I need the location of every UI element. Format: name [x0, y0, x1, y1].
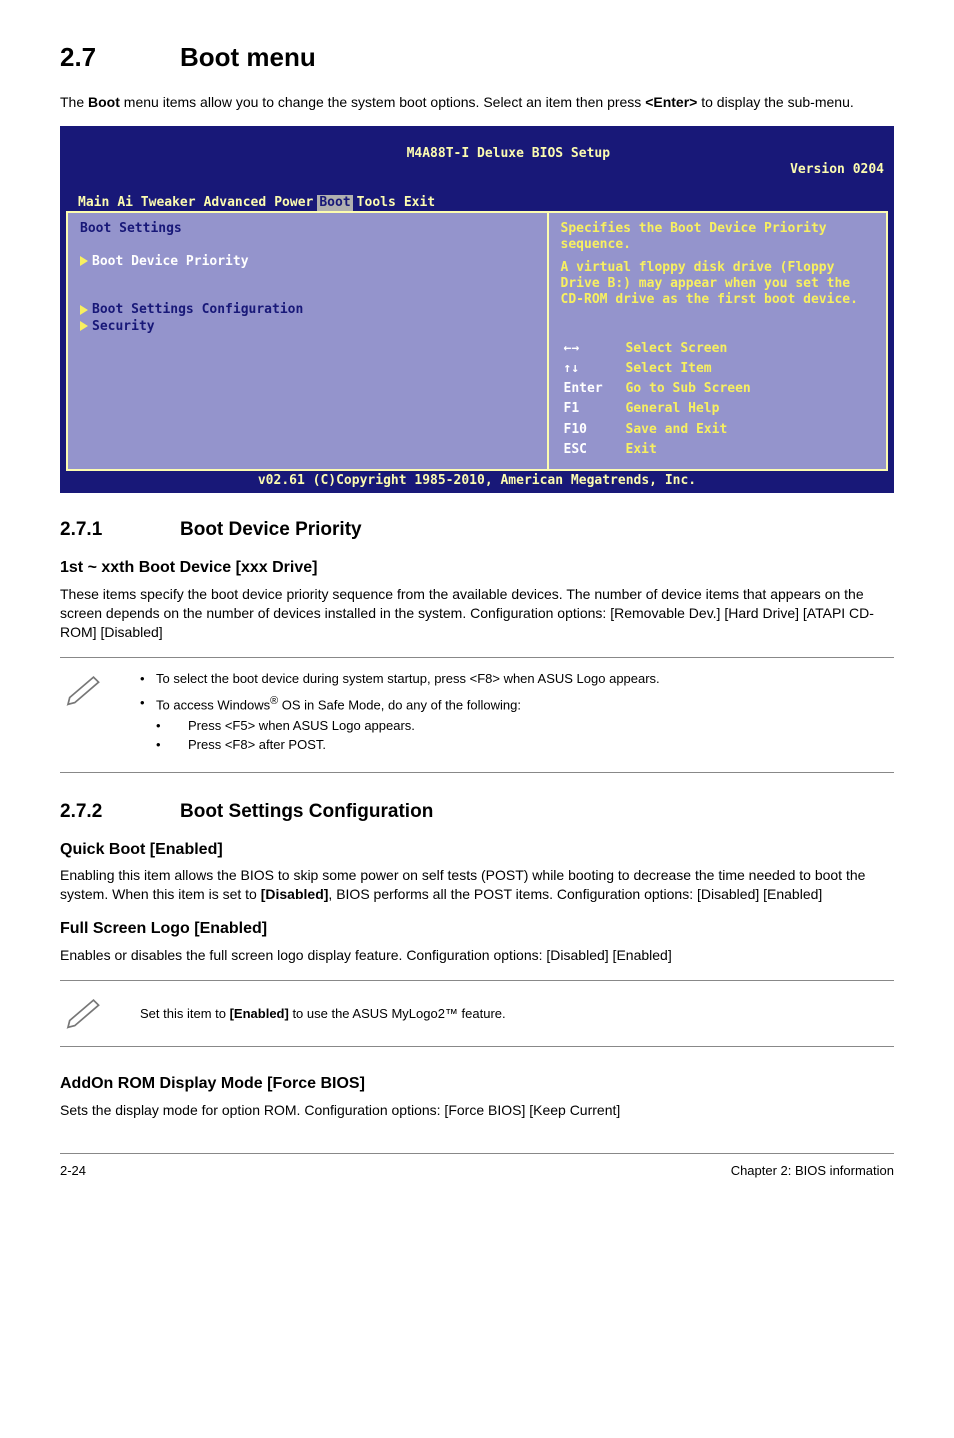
arrows-ud-icon: ↑↓ [563, 360, 623, 378]
note-pencil-icon [64, 995, 106, 1029]
boot-device-item-heading: 1st ~ xxth Boot Device [xxx Drive] [60, 557, 894, 579]
bios-tab-tools[interactable]: Tools [353, 195, 400, 211]
note1-sub2: Press <F8> after POST. [156, 736, 890, 754]
bios-tab-main[interactable]: Main [74, 195, 113, 211]
boot-device-para: These items specify the boot device prio… [60, 585, 894, 642]
bios-panel-heading: Boot Settings [80, 221, 535, 237]
bios-title: M4A88T-I Deluxe BIOS Setup [407, 146, 611, 162]
bios-item-boot-priority[interactable]: Boot Device Priority [80, 254, 535, 270]
bios-screen: M4A88T-I Deluxe BIOS Setup Version 0204 … [60, 126, 894, 494]
addon-rom-heading: AddOn ROM Display Mode [Force BIOS] [60, 1073, 894, 1095]
bios-help-text1: Specifies the Boot Device Priority seque… [561, 221, 874, 254]
bios-tab-advanced[interactable]: Advanced [200, 195, 271, 211]
full-screen-logo-heading: Full Screen Logo [Enabled] [60, 918, 894, 940]
addon-rom-para: Sets the display mode for option ROM. Co… [60, 1101, 894, 1120]
submenu-arrow-icon [80, 305, 88, 315]
page-footer: 2-24 Chapter 2: BIOS information [60, 1153, 894, 1180]
note-box-2: Set this item to [Enabled] to use the AS… [60, 980, 894, 1047]
chapter-label: Chapter 2: BIOS information [731, 1162, 894, 1180]
bios-version: Version 0204 [790, 162, 884, 178]
section-intro: The Boot menu items allow you to change … [60, 93, 894, 112]
note1-bullet1: To select the boot device during system … [140, 670, 890, 688]
bios-tab-power[interactable]: Power [270, 195, 317, 211]
subsection-2-7-2: 2.7.2Boot Settings Configuration [60, 799, 894, 825]
arrows-lr-icon: ←→ [563, 340, 623, 358]
bios-tab-exit[interactable]: Exit [400, 195, 439, 211]
bios-tab-boot[interactable]: Boot [317, 195, 352, 211]
note1-bullet2: To access Windows® OS in Safe Mode, do a… [140, 694, 890, 754]
section-title-text: Boot menu [180, 42, 316, 72]
bios-item-boot-settings-conf[interactable]: Boot Settings Configuration [80, 302, 535, 318]
section-number: 2.7 [60, 40, 180, 75]
bios-help-pane: Specifies the Boot Device Priority seque… [561, 221, 874, 308]
full-screen-logo-para: Enables or disables the full screen logo… [60, 946, 894, 965]
submenu-arrow-icon [80, 256, 88, 266]
quick-boot-para: Enabling this item allows the BIOS to sk… [60, 866, 894, 904]
bios-item-security[interactable]: Security [80, 319, 535, 335]
page-number: 2-24 [60, 1162, 86, 1180]
subsection-2-7-1: 2.7.1Boot Device Priority [60, 517, 894, 543]
quick-boot-heading: Quick Boot [Enabled] [60, 839, 894, 861]
bios-help-text2: A virtual floppy disk drive (Floppy Driv… [561, 260, 874, 309]
bios-tab-bar: Main Ai Tweaker Advanced Power Boot Tool… [66, 195, 888, 211]
submenu-arrow-icon [80, 321, 88, 331]
section-heading: 2.7Boot menu [60, 40, 894, 75]
bios-footer: v02.61 (C)Copyright 1985-2010, American … [66, 471, 888, 493]
note-pencil-icon [64, 672, 106, 706]
bios-tab-aitweaker[interactable]: Ai Tweaker [113, 195, 199, 211]
note-box-1: To select the boot device during system … [60, 657, 894, 773]
note1-sub1: Press <F5> when ASUS Logo appears. [156, 717, 890, 735]
bios-legend: ←→Select Screen ↑↓Select Item EnterGo to… [561, 338, 874, 462]
